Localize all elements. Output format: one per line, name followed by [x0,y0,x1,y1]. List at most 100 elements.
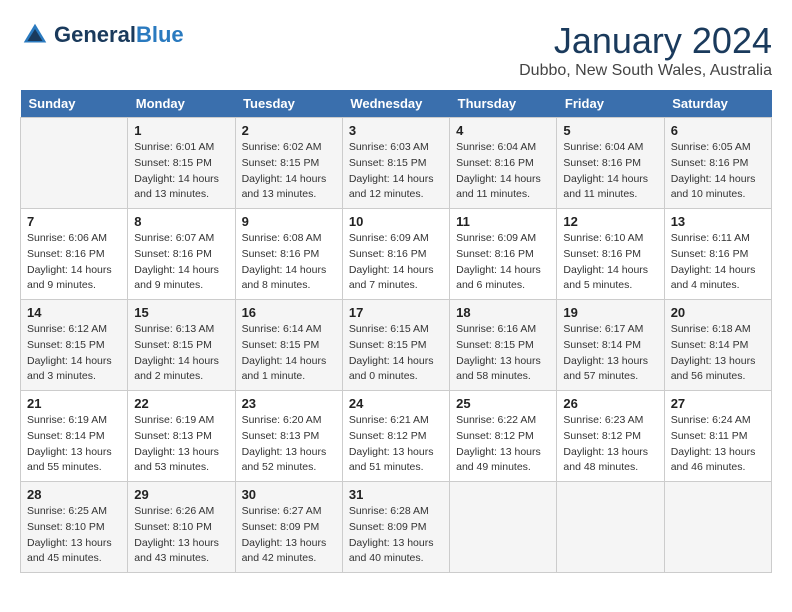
calendar-week-row: 14Sunrise: 6:12 AMSunset: 8:15 PMDayligh… [21,300,772,391]
calendar-day-cell: 18 Sunrise: 6:16 AMSunset: 8:15 PMDayligh… [450,300,557,391]
day-info: Sunrise: 6:21 AMSunset: 8:12 PMDaylight:… [349,413,443,476]
day-info: Sunrise: 6:13 AMSunset: 8:15 PMDaylight:… [134,322,228,385]
calendar-day-cell: 29 Sunrise: 6:26 AMSunset: 8:10 PMDayligh… [128,482,235,573]
calendar-day-cell: 24 Sunrise: 6:21 AMSunset: 8:12 PMDayligh… [342,391,449,482]
day-number: 24 [349,396,443,411]
calendar-week-row: 1 Sunrise: 6:01 AMSunset: 8:15 PMDaylight… [21,118,772,209]
day-info: Sunrise: 6:23 AMSunset: 8:12 PMDaylight:… [563,413,657,476]
calendar-day-cell: 14Sunrise: 6:12 AMSunset: 8:15 PMDayligh… [21,300,128,391]
calendar-day-cell: 26Sunrise: 6:23 AMSunset: 8:12 PMDayligh… [557,391,664,482]
calendar-week-row: 7 Sunrise: 6:06 AMSunset: 8:16 PMDaylight… [21,209,772,300]
calendar-day-cell: 19 Sunrise: 6:17 AMSunset: 8:14 PMDayligh… [557,300,664,391]
day-info: Sunrise: 6:04 AMSunset: 8:16 PMDaylight:… [563,140,657,203]
day-number: 10 [349,214,443,229]
page-header: GeneralBlue January 2024 Dubbo, New Sout… [20,20,772,80]
logo: GeneralBlue [20,20,184,50]
day-number: 14 [27,305,121,320]
day-number: 25 [456,396,550,411]
weekday-header: Thursday [450,90,557,118]
calendar-day-cell: 31 Sunrise: 6:28 AMSunset: 8:09 PMDayligh… [342,482,449,573]
day-info: Sunrise: 6:05 AMSunset: 8:16 PMDaylight:… [671,140,765,203]
location-subtitle: Dubbo, New South Wales, Australia [519,62,772,80]
weekday-header: Saturday [664,90,771,118]
day-number: 30 [242,487,336,502]
calendar-day-cell: 8 Sunrise: 6:07 AMSunset: 8:16 PMDaylight… [128,209,235,300]
day-info: Sunrise: 6:28 AMSunset: 8:09 PMDaylight:… [349,504,443,567]
day-info: Sunrise: 6:07 AMSunset: 8:16 PMDaylight:… [134,231,228,294]
day-number: 23 [242,396,336,411]
day-number: 16 [242,305,336,320]
day-number: 20 [671,305,765,320]
calendar-day-cell: 3 Sunrise: 6:03 AMSunset: 8:15 PMDaylight… [342,118,449,209]
calendar-day-cell: 23Sunrise: 6:20 AMSunset: 8:13 PMDayligh… [235,391,342,482]
calendar-day-cell: 21Sunrise: 6:19 AMSunset: 8:14 PMDayligh… [21,391,128,482]
day-number: 6 [671,123,765,138]
day-number: 19 [563,305,657,320]
day-number: 28 [27,487,121,502]
day-info: Sunrise: 6:18 AMSunset: 8:14 PMDaylight:… [671,322,765,385]
day-info: Sunrise: 6:06 AMSunset: 8:16 PMDaylight:… [27,231,121,294]
day-info: Sunrise: 6:11 AMSunset: 8:16 PMDaylight:… [671,231,765,294]
day-info: Sunrise: 6:02 AMSunset: 8:15 PMDaylight:… [242,140,336,203]
calendar-day-cell: 4 Sunrise: 6:04 AMSunset: 8:16 PMDaylight… [450,118,557,209]
day-info: Sunrise: 6:24 AMSunset: 8:11 PMDaylight:… [671,413,765,476]
day-number: 21 [27,396,121,411]
calendar-day-cell: 22Sunrise: 6:19 AMSunset: 8:13 PMDayligh… [128,391,235,482]
day-info: Sunrise: 6:15 AMSunset: 8:15 PMDaylight:… [349,322,443,385]
day-number: 29 [134,487,228,502]
calendar-day-cell: 9 Sunrise: 6:08 AMSunset: 8:16 PMDaylight… [235,209,342,300]
day-info: Sunrise: 6:17 AMSunset: 8:14 PMDaylight:… [563,322,657,385]
day-info: Sunrise: 6:04 AMSunset: 8:16 PMDaylight:… [456,140,550,203]
day-info: Sunrise: 6:26 AMSunset: 8:10 PMDaylight:… [134,504,228,567]
day-number: 15 [134,305,228,320]
calendar-day-cell: 5Sunrise: 6:04 AMSunset: 8:16 PMDaylight… [557,118,664,209]
day-number: 8 [134,214,228,229]
calendar-week-row: 21Sunrise: 6:19 AMSunset: 8:14 PMDayligh… [21,391,772,482]
day-number: 2 [242,123,336,138]
day-info: Sunrise: 6:25 AMSunset: 8:10 PMDaylight:… [27,504,121,567]
day-number: 22 [134,396,228,411]
weekday-header: Monday [128,90,235,118]
title-block: January 2024 Dubbo, New South Wales, Aus… [519,20,772,80]
logo-icon [20,20,50,50]
day-number: 1 [134,123,228,138]
weekday-header: Friday [557,90,664,118]
day-number: 7 [27,214,121,229]
calendar-day-cell [21,118,128,209]
day-number: 27 [671,396,765,411]
day-number: 31 [349,487,443,502]
day-info: Sunrise: 6:10 AMSunset: 8:16 PMDaylight:… [563,231,657,294]
day-info: Sunrise: 6:16 AMSunset: 8:15 PMDaylight:… [456,322,550,385]
calendar-day-cell [664,482,771,573]
calendar-day-cell: 16 Sunrise: 6:14 AMSunset: 8:15 PMDayligh… [235,300,342,391]
calendar-day-cell [450,482,557,573]
day-info: Sunrise: 6:01 AMSunset: 8:15 PMDaylight:… [134,140,228,203]
day-number: 18 [456,305,550,320]
calendar-day-cell: 28 Sunrise: 6:25 AMSunset: 8:10 PMDayligh… [21,482,128,573]
day-number: 12 [563,214,657,229]
day-number: 13 [671,214,765,229]
calendar-day-cell: 1 Sunrise: 6:01 AMSunset: 8:15 PMDaylight… [128,118,235,209]
day-number: 11 [456,214,550,229]
calendar-day-cell: 15 Sunrise: 6:13 AMSunset: 8:15 PMDayligh… [128,300,235,391]
day-info: Sunrise: 6:08 AMSunset: 8:16 PMDaylight:… [242,231,336,294]
calendar-day-cell: 12 Sunrise: 6:10 AMSunset: 8:16 PMDayligh… [557,209,664,300]
day-info: Sunrise: 6:09 AMSunset: 8:16 PMDaylight:… [349,231,443,294]
day-info: Sunrise: 6:14 AMSunset: 8:15 PMDaylight:… [242,322,336,385]
calendar-day-cell: 30 Sunrise: 6:27 AMSunset: 8:09 PMDayligh… [235,482,342,573]
calendar-day-cell: 10 Sunrise: 6:09 AMSunset: 8:16 PMDayligh… [342,209,449,300]
weekday-header: Wednesday [342,90,449,118]
day-info: Sunrise: 6:03 AMSunset: 8:15 PMDaylight:… [349,140,443,203]
calendar-header-row: SundayMondayTuesdayWednesdayThursdayFrid… [21,90,772,118]
calendar-table: SundayMondayTuesdayWednesdayThursdayFrid… [20,90,772,573]
day-info: Sunrise: 6:27 AMSunset: 8:09 PMDaylight:… [242,504,336,567]
calendar-day-cell: 20 Sunrise: 6:18 AMSunset: 8:14 PMDayligh… [664,300,771,391]
day-number: 4 [456,123,550,138]
day-number: 9 [242,214,336,229]
day-number: 3 [349,123,443,138]
logo-text: GeneralBlue [54,23,184,47]
month-title: January 2024 [519,20,772,62]
calendar-day-cell: 6 Sunrise: 6:05 AMSunset: 8:16 PMDaylight… [664,118,771,209]
weekday-header: Tuesday [235,90,342,118]
calendar-day-cell: 11Sunrise: 6:09 AMSunset: 8:16 PMDayligh… [450,209,557,300]
